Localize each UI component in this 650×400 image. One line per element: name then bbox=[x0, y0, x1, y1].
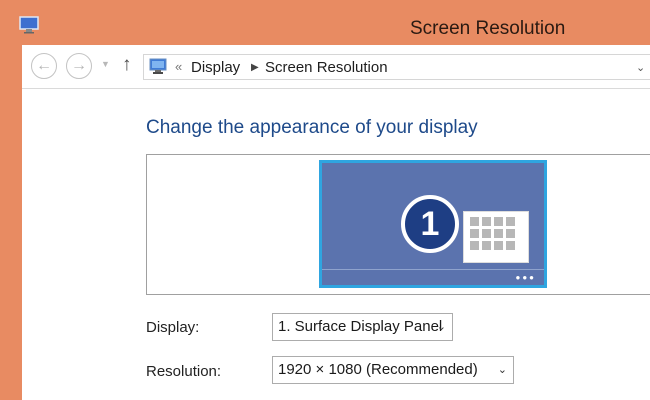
monitor-number: 1 bbox=[420, 205, 440, 243]
address-dropdown-chevron-icon[interactable]: ⌄ bbox=[636, 61, 645, 74]
resolution-select-value: 1920 × 1080 (Recommended) bbox=[278, 361, 478, 378]
recent-locations-chevron-down-icon[interactable]: ▼ bbox=[101, 59, 110, 69]
display-arrangement-panel: 1 ●●● bbox=[146, 154, 650, 295]
start-screen-tiles-icon bbox=[463, 211, 529, 263]
breadcrumb-screen-resolution[interactable]: Screen Resolution bbox=[265, 59, 388, 76]
chevron-down-icon: ⌄ bbox=[436, 321, 446, 333]
page-heading: Change the appearance of your display bbox=[146, 117, 478, 138]
window-title: Screen Resolution bbox=[410, 18, 566, 39]
forward-arrow-icon[interactable]: → bbox=[66, 53, 92, 79]
chevron-down-icon: ⌄ bbox=[497, 364, 507, 376]
title-bar[interactable]: Screen Resolution bbox=[0, 0, 650, 45]
window-content: ← → ▼ ↑ « Display ▶ Screen Resolution ⌄ … bbox=[22, 45, 650, 400]
screen-resolution-app-icon bbox=[19, 16, 39, 34]
display-control-panel-icon bbox=[149, 58, 167, 74]
display-select[interactable]: 1. Surface Display Panel ⌄ bbox=[272, 313, 453, 341]
monitor-screen: 1 ●●● bbox=[322, 163, 544, 285]
up-arrow-icon[interactable]: ↑ bbox=[122, 54, 132, 76]
display-select-value: 1. Surface Display Panel bbox=[278, 318, 443, 335]
monitor-number-badge: 1 bbox=[401, 195, 459, 253]
monitor-1[interactable]: 1 ●●● bbox=[319, 160, 547, 288]
more-options-icon: ●●● bbox=[515, 273, 536, 282]
address-overflow-chevron-icon[interactable]: « bbox=[175, 59, 182, 74]
monitor-taskbar: ●●● bbox=[322, 269, 544, 285]
breadcrumb-display[interactable]: Display bbox=[191, 59, 240, 76]
address-bar[interactable]: « Display ▶ Screen Resolution ⌄ bbox=[143, 54, 650, 80]
display-label: Display: bbox=[146, 319, 200, 336]
window-frame: Screen Resolution ← → ▼ ↑ « Display ▶ Sc… bbox=[0, 0, 650, 400]
breadcrumb-separator-icon[interactable]: ▶ bbox=[251, 62, 259, 73]
back-arrow-icon[interactable]: ← bbox=[31, 53, 57, 79]
navigation-bar: ← → ▼ ↑ « Display ▶ Screen Resolution ⌄ bbox=[22, 45, 650, 89]
resolution-select[interactable]: 1920 × 1080 (Recommended) ⌄ bbox=[272, 356, 514, 384]
resolution-label: Resolution: bbox=[146, 363, 222, 380]
